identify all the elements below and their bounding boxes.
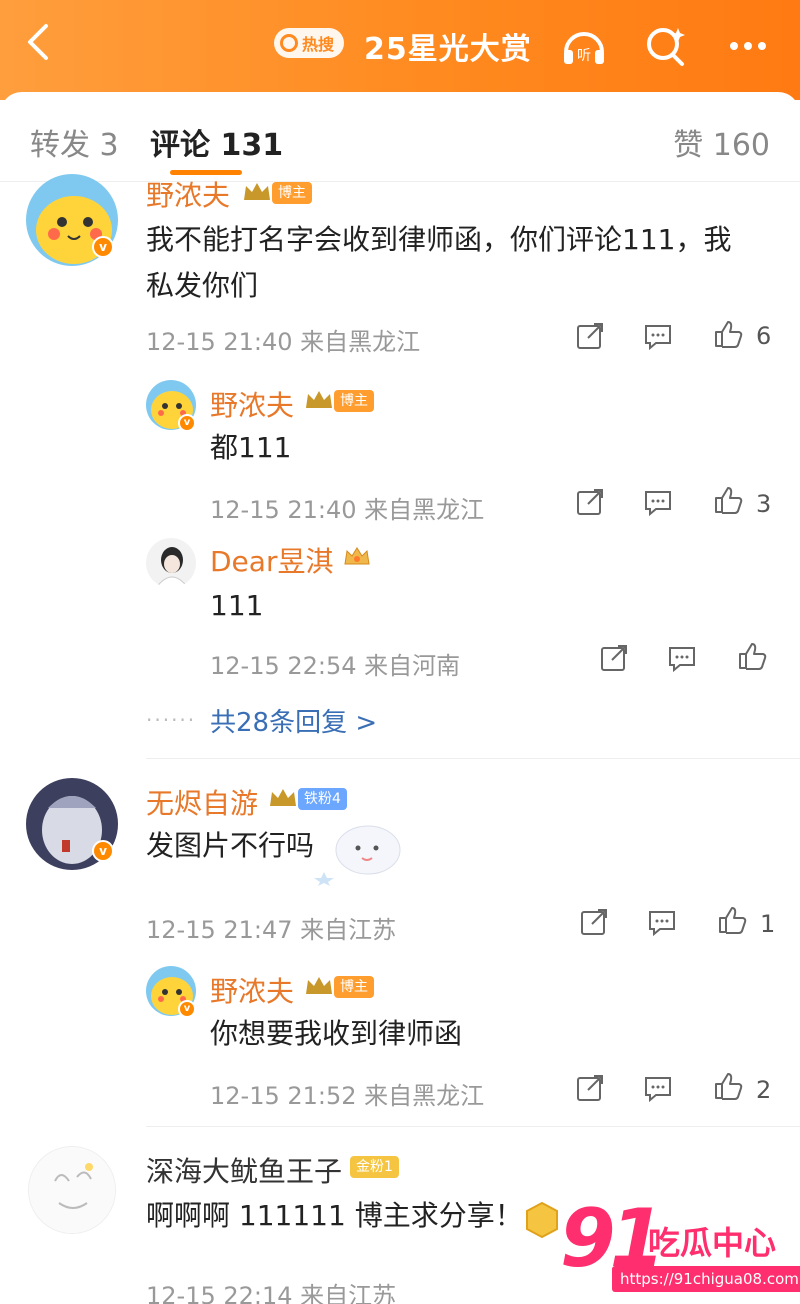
- tab-like[interactable]: 赞 160: [673, 120, 770, 164]
- comment-text: 啊啊啊 111111 博主求分享！: [146, 1199, 523, 1232]
- comment-icon[interactable]: [666, 642, 698, 674]
- share-icon[interactable]: [574, 486, 606, 518]
- fan-level-tag: 铁粉4: [298, 788, 347, 810]
- reply-text: 111: [210, 589, 264, 622]
- verified-badge-icon: v: [178, 414, 196, 432]
- comment-icon[interactable]: [642, 486, 674, 518]
- hot-search-label: 热搜: [302, 35, 335, 54]
- like-count: 6: [756, 322, 772, 350]
- more-replies-dots: ······: [146, 708, 197, 732]
- crown-icon: [306, 977, 332, 994]
- reply-meta: 12-15 21:40 来自黑龙江: [210, 496, 485, 524]
- tab-bar: 转发 3 评论 131 赞 160: [0, 92, 800, 182]
- reply-text: 你想要我收到律师函: [210, 1017, 463, 1050]
- top-bar: 热搜 25星光大赏 听: [0, 0, 800, 100]
- search-small-icon: [280, 34, 298, 52]
- comment-text: 发图片不行吗: [146, 829, 315, 862]
- comment-text-line2: 私发你们: [146, 269, 259, 302]
- reply-username[interactable]: 野浓夫: [210, 384, 294, 424]
- reply-text: 都111: [210, 431, 292, 464]
- comment-text: 我不能打名字会收到律师函，你们评论111，我: [146, 223, 732, 256]
- reply-username[interactable]: 野浓夫: [210, 970, 294, 1010]
- like-thumb-icon[interactable]: [736, 640, 768, 672]
- verified-badge-icon: v: [178, 1000, 196, 1018]
- like-thumb-icon[interactable]: [712, 318, 744, 350]
- watermark-name: 吃瓜中心: [648, 1224, 777, 1262]
- blogger-tag: 博主: [334, 976, 374, 998]
- reply-meta: 12-15 22:54 来自河南: [210, 652, 461, 680]
- verified-badge-icon: v: [92, 236, 114, 258]
- avatar[interactable]: [146, 538, 196, 588]
- hot-search-badge[interactable]: 热搜: [274, 28, 345, 58]
- watermark-logo: 91 吃瓜中心 https://91chigua08.com: [560, 1192, 800, 1304]
- like-count: 1: [760, 910, 776, 938]
- like-thumb-icon[interactable]: [712, 1070, 744, 1102]
- comment-meta: 12-15 21:40 来自黑龙江: [146, 328, 421, 356]
- reply-username[interactable]: Dear昱淇: [210, 540, 333, 580]
- comment-username[interactable]: 野浓夫: [146, 174, 230, 214]
- share-icon[interactable]: [574, 1072, 606, 1104]
- comment-username[interactable]: 无烬自游: [146, 782, 258, 822]
- comment-username[interactable]: 深海大鱿鱼王子: [146, 1150, 342, 1190]
- blogger-tag: 博主: [272, 182, 312, 204]
- search-icon[interactable]: [640, 20, 692, 72]
- share-icon[interactable]: [574, 320, 606, 352]
- comment-meta: 12-15 21:47 来自江苏: [146, 916, 397, 944]
- crown-icon: [306, 391, 332, 408]
- divider: [146, 1126, 800, 1127]
- crown-icon: [244, 183, 270, 200]
- divider: [146, 758, 800, 759]
- like-thumb-icon[interactable]: [716, 904, 748, 936]
- listen-label: 听: [577, 48, 591, 64]
- page-title: 25星光大赏: [364, 32, 532, 67]
- fan-crown-icon: [344, 547, 370, 565]
- more-options-icon[interactable]: [722, 20, 774, 72]
- view-more-replies-link[interactable]: 共28条回复 >: [210, 702, 377, 739]
- gold-hexagon-icon: [526, 1201, 558, 1239]
- watermark-url: https://91chigua08.com: [612, 1266, 800, 1292]
- fan-level-tag: 金粉1: [350, 1156, 399, 1178]
- share-icon[interactable]: [578, 906, 610, 938]
- comment-meta: 12-15 22:14 来自江苏: [146, 1282, 397, 1304]
- comment-icon[interactable]: [642, 320, 674, 352]
- crown-icon: [270, 789, 296, 806]
- tab-comment[interactable]: 评论 131: [150, 120, 283, 164]
- verified-badge-icon: v: [92, 840, 114, 862]
- share-icon[interactable]: [598, 642, 630, 674]
- tab-repost[interactable]: 转发 3: [30, 120, 119, 164]
- back-arrow-icon[interactable]: [18, 20, 62, 64]
- avatar[interactable]: [28, 1146, 116, 1234]
- like-thumb-icon[interactable]: [712, 484, 744, 516]
- reply-meta: 12-15 21:52 来自黑龙江: [210, 1082, 485, 1110]
- blogger-tag: 博主: [334, 390, 374, 412]
- comment-icon[interactable]: [642, 1072, 674, 1104]
- like-count: 3: [756, 490, 772, 518]
- comment-icon[interactable]: [646, 906, 678, 938]
- cartoon-sticker-icon: [314, 825, 401, 886]
- headphones-icon[interactable]: 听: [558, 20, 610, 72]
- like-count: 2: [756, 1076, 772, 1104]
